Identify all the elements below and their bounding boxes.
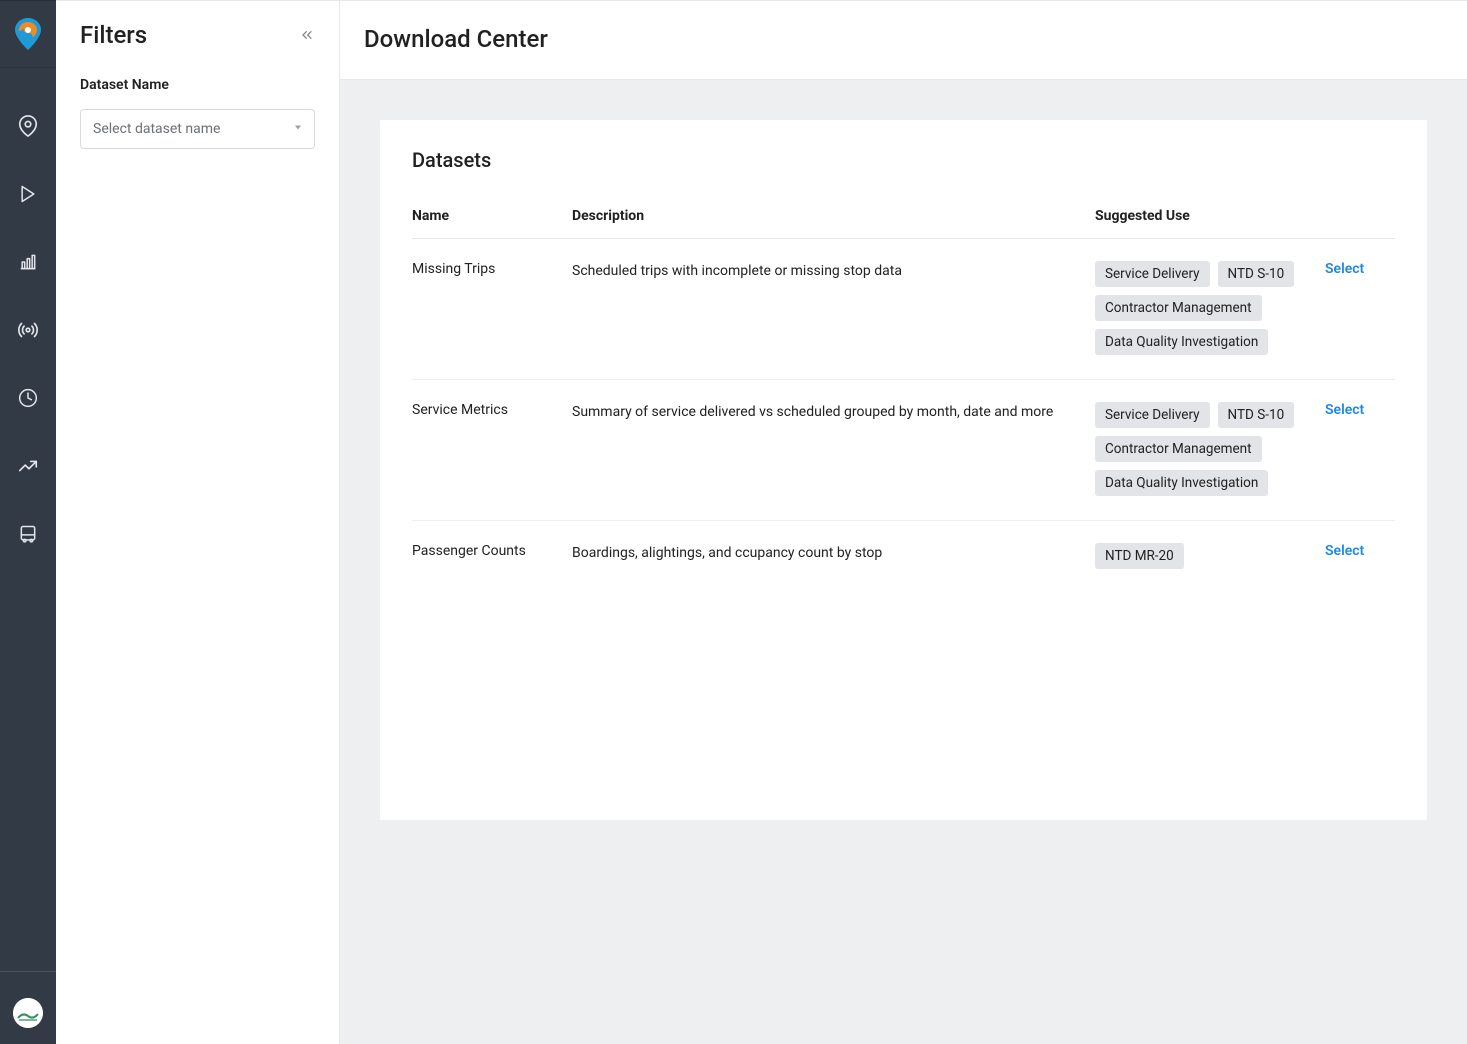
dataset-name-placeholder: Select dataset name xyxy=(93,121,220,137)
select-button[interactable]: Select xyxy=(1325,261,1364,277)
dataset-name-select[interactable]: Select dataset name xyxy=(80,109,315,149)
rail-divider xyxy=(0,971,56,972)
broadcast-icon[interactable] xyxy=(0,314,56,346)
page-header: Download Center xyxy=(340,1,1467,80)
main-content: Download Center Datasets Name Descriptio… xyxy=(340,0,1467,1044)
collapse-sidebar-button[interactable] xyxy=(299,27,315,43)
card-title: Datasets xyxy=(412,148,1395,172)
column-header-name: Name xyxy=(412,192,572,239)
chevron-double-left-icon xyxy=(299,27,315,43)
dataset-suggested-use: Service Delivery NTD S-10 Contractor Manag… xyxy=(1095,380,1325,521)
dataset-description: Boardings, alightings, and ccupancy coun… xyxy=(572,521,1095,594)
tag: Data Quality Investigation xyxy=(1095,470,1268,496)
filters-title: Filters xyxy=(80,21,147,49)
tag: Data Quality Investigation xyxy=(1095,329,1268,355)
clock-icon[interactable] xyxy=(0,382,56,414)
tag: NTD MR-20 xyxy=(1095,543,1184,569)
app-logo xyxy=(0,0,56,68)
select-button[interactable]: Select xyxy=(1325,402,1364,418)
table-row: Passenger CountsBoardings, alightings, a… xyxy=(412,521,1395,594)
tag: NTD S-10 xyxy=(1218,402,1295,428)
dataset-name: Missing Trips xyxy=(412,239,572,380)
table-row: Service MetricsSummary of service delive… xyxy=(412,380,1395,521)
select-button[interactable]: Select xyxy=(1325,543,1364,559)
dataset-suggested-use: NTD MR-20 xyxy=(1095,521,1325,594)
tag: Contractor Management xyxy=(1095,436,1262,462)
tag: Contractor Management xyxy=(1095,295,1262,321)
page-title: Download Center xyxy=(364,25,1443,53)
dataset-description: Summary of service delivered vs schedule… xyxy=(572,380,1095,521)
column-header-suggested: Suggested Use xyxy=(1095,192,1325,239)
nav-rail xyxy=(0,0,56,1044)
trending-up-icon[interactable] xyxy=(0,450,56,482)
datasets-card: Datasets Name Description Suggested Use … xyxy=(380,120,1427,820)
map-pin-icon[interactable] xyxy=(0,110,56,142)
column-header-description: Description xyxy=(572,192,1095,239)
bar-chart-icon[interactable] xyxy=(0,246,56,278)
tag: Service Delivery xyxy=(1095,402,1210,428)
dataset-description: Scheduled trips with incomplete or missi… xyxy=(572,239,1095,380)
chevron-down-icon xyxy=(292,121,304,137)
dataset-suggested-use: Service Delivery NTD S-10 Contractor Manag… xyxy=(1095,239,1325,380)
tag: NTD S-10 xyxy=(1218,261,1295,287)
play-icon[interactable] xyxy=(0,178,56,210)
filters-sidebar: Filters Dataset Name Select dataset name xyxy=(56,0,340,1044)
tag: Service Delivery xyxy=(1095,261,1210,287)
datasets-table: Name Description Suggested Use Missing T… xyxy=(412,192,1395,593)
table-row: Missing TripsScheduled trips with incomp… xyxy=(412,239,1395,380)
dataset-name: Service Metrics xyxy=(412,380,572,521)
user-avatar[interactable] xyxy=(13,998,43,1028)
column-header-action xyxy=(1325,192,1395,239)
dataset-name-label: Dataset Name xyxy=(80,77,315,93)
bus-icon[interactable] xyxy=(0,518,56,550)
dataset-name: Passenger Counts xyxy=(412,521,572,594)
